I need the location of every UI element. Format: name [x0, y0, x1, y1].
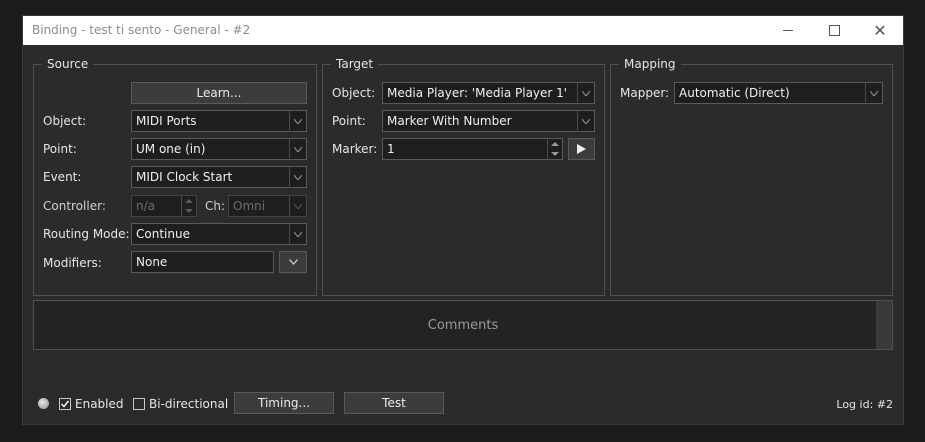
- controller-value: n/a: [136, 199, 156, 213]
- target-group-label: Target: [331, 57, 379, 71]
- checkmark-icon: [61, 400, 70, 408]
- mapper-value: Automatic (Direct): [679, 86, 790, 100]
- bidirectional-checkbox[interactable]: [133, 398, 145, 410]
- chevron-down-icon: [289, 167, 306, 187]
- close-icon: ✕: [873, 20, 887, 40]
- source-object-select[interactable]: MIDI Ports: [131, 110, 307, 132]
- spin-updown-icon: [547, 139, 562, 159]
- maximize-button[interactable]: [811, 16, 857, 45]
- play-button[interactable]: [568, 138, 595, 160]
- status-led-icon: [38, 398, 49, 409]
- spin-updown-icon: [181, 196, 196, 216]
- target-point-value: Marker With Number: [387, 114, 512, 128]
- source-event-value: MIDI Clock Start: [136, 170, 233, 184]
- modifiers-dropdown-button[interactable]: [279, 251, 307, 273]
- controller-spinbox[interactable]: n/a: [131, 195, 197, 217]
- chevron-down-icon: [289, 139, 306, 159]
- play-icon: [577, 144, 586, 154]
- comments-field[interactable]: Comments: [33, 300, 893, 350]
- chevron-down-icon: [577, 83, 594, 103]
- enabled-label[interactable]: Enabled: [75, 397, 124, 411]
- learn-button[interactable]: Learn...: [131, 82, 307, 104]
- source-point-label: Point:: [43, 142, 77, 156]
- target-object-label: Object:: [332, 86, 376, 100]
- modifiers-label: Modifiers:: [43, 256, 102, 270]
- comments-scrollbar[interactable]: [876, 301, 892, 349]
- target-object-select[interactable]: Media Player: 'Media Player 1': [382, 82, 595, 104]
- minimize-icon: [783, 30, 793, 31]
- title-bar[interactable]: Binding - test ti sento - General - #2 ✕: [23, 16, 903, 45]
- chevron-down-icon: [865, 83, 882, 103]
- chevron-down-icon: [577, 111, 594, 131]
- target-point-select[interactable]: Marker With Number: [382, 110, 595, 132]
- close-button[interactable]: ✕: [857, 16, 903, 45]
- source-group-label: Source: [42, 57, 94, 71]
- channel-select[interactable]: Omni: [228, 195, 307, 217]
- chevron-down-icon: [288, 259, 298, 265]
- maximize-icon: [828, 25, 840, 36]
- test-button[interactable]: Test: [344, 392, 444, 414]
- binding-window: Binding - test ti sento - General - #2 ✕…: [22, 15, 904, 425]
- routing-mode-select[interactable]: Continue: [131, 223, 307, 245]
- routing-mode-label: Routing Mode:: [43, 227, 130, 241]
- target-point-label: Point:: [332, 114, 366, 128]
- timing-button[interactable]: Timing...: [234, 392, 334, 414]
- mapper-label: Mapper:: [620, 86, 670, 100]
- channel-value: Omni: [233, 199, 266, 213]
- log-id-label: Log id: #2: [836, 398, 893, 411]
- source-object-label: Object:: [43, 114, 87, 128]
- modifiers-field[interactable]: None: [131, 251, 274, 273]
- chevron-down-icon: [289, 196, 306, 216]
- source-point-select[interactable]: UM one (in): [131, 138, 307, 160]
- source-object-value: MIDI Ports: [136, 114, 197, 128]
- marker-spinbox[interactable]: 1: [382, 138, 563, 160]
- chevron-down-icon: [289, 111, 306, 131]
- minimize-button[interactable]: [765, 16, 811, 45]
- source-point-value: UM one (in): [136, 142, 206, 156]
- marker-label: Marker:: [332, 142, 378, 156]
- routing-mode-value: Continue: [136, 227, 190, 241]
- enabled-checkbox[interactable]: [59, 398, 71, 410]
- bidirectional-label[interactable]: Bi-directional: [149, 397, 228, 411]
- mapper-select[interactable]: Automatic (Direct): [674, 82, 883, 104]
- source-event-label: Event:: [43, 170, 82, 184]
- controller-label: Controller:: [43, 199, 106, 213]
- target-object-value: Media Player: 'Media Player 1': [387, 86, 568, 100]
- window-title: Binding - test ti sento - General - #2: [32, 23, 251, 37]
- channel-label: Ch:: [205, 199, 226, 213]
- marker-value: 1: [387, 142, 395, 156]
- comments-placeholder: Comments: [427, 317, 499, 333]
- mapping-group-label: Mapping: [619, 57, 681, 71]
- source-event-select[interactable]: MIDI Clock Start: [131, 166, 307, 188]
- chevron-down-icon: [289, 224, 306, 244]
